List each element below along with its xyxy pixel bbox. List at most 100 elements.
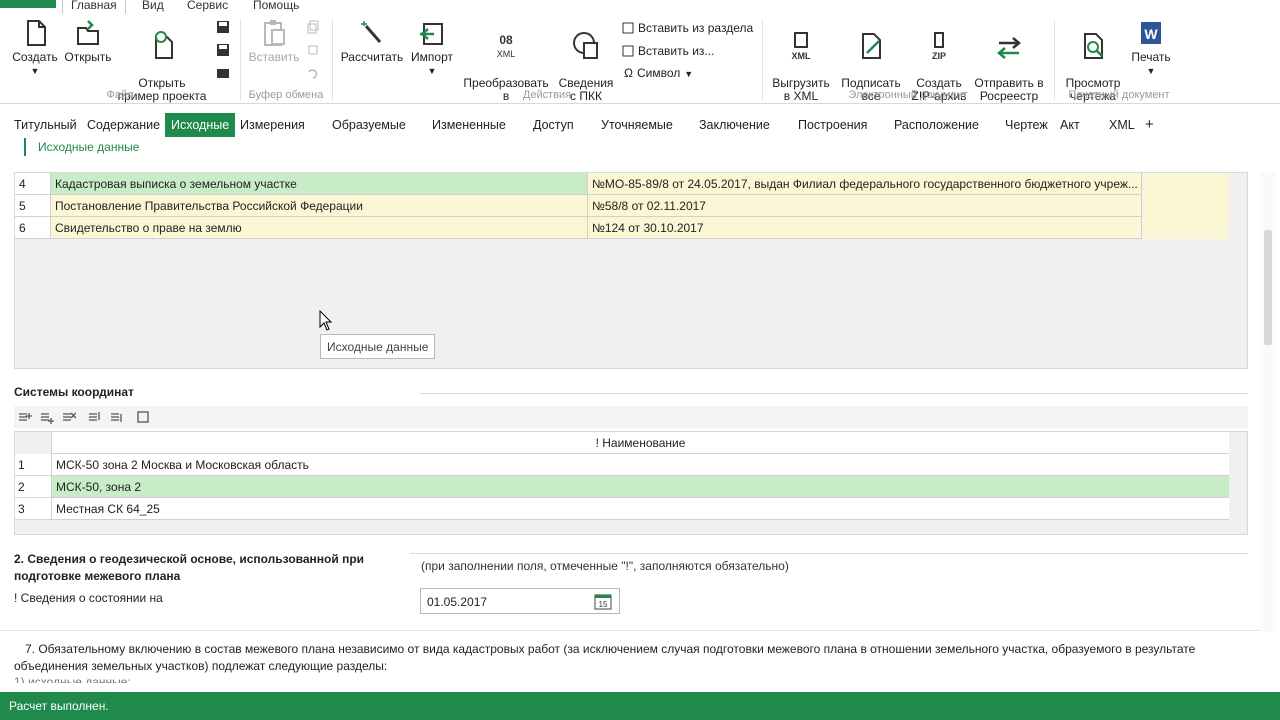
- add-row-icon[interactable]: [18, 410, 32, 424]
- dropdown-arrow-icon: ▼: [427, 66, 437, 76]
- app-menu-button[interactable]: [0, 0, 56, 8]
- group-label-file: Файл: [106, 89, 134, 101]
- magnifier-document-icon: [1084, 33, 1103, 59]
- add-tab-button[interactable]: +: [1139, 113, 1160, 137]
- scrollbar-thumb[interactable]: [1264, 230, 1272, 345]
- cut-icon[interactable]: [306, 43, 320, 57]
- source-documents-table: 4 Кадастровая выписка о земельном участк…: [14, 172, 1248, 369]
- fit-columns-icon[interactable]: [136, 410, 150, 424]
- move-down-icon[interactable]: [110, 410, 124, 424]
- tab-source[interactable]: Исходные: [165, 113, 236, 137]
- section2-title: 2. Сведения о геодезической основе, испо…: [14, 552, 365, 583]
- insert-row-icon[interactable]: [40, 410, 54, 424]
- paste-from-button[interactable]: Вставить из...: [622, 42, 714, 60]
- svg-text:XML: XML: [497, 49, 516, 59]
- zip-icon: ZIP: [932, 32, 946, 61]
- calculate-button[interactable]: Рассчитать: [340, 18, 404, 64]
- tab-title[interactable]: Титульный: [8, 113, 83, 137]
- help-paragraph-cut: 1) исходные данные;: [14, 675, 131, 683]
- table-row[interactable]: 1 МСК-50 зона 2 Москва и Московская обла…: [15, 454, 1229, 476]
- tab-formed[interactable]: Образуемые: [326, 113, 412, 137]
- help-paragraph: 7. Обязательному включению в состав меже…: [14, 642, 1196, 673]
- tab-access[interactable]: Доступ: [527, 113, 580, 137]
- table-filler: [1143, 173, 1229, 239]
- ribbon: Создать ▼ Открыть Открыть пример проекта …: [0, 14, 1280, 104]
- svg-text:W: W: [1144, 26, 1158, 42]
- dropdown-arrow-icon: ▼: [1146, 66, 1156, 76]
- tab-drawing[interactable]: Чертеж: [999, 113, 1054, 137]
- help-text-panel: 7. Обязательному включению в состав меже…: [0, 630, 1268, 690]
- separator: [332, 20, 333, 100]
- globe-document-icon: [573, 32, 598, 59]
- divider: [410, 553, 1248, 554]
- table-row[interactable]: 3 Местная СК 64_25: [15, 498, 1229, 520]
- import-icon: [420, 23, 443, 45]
- menu-bar: Главная Вид Сервис Помощь: [0, 0, 1280, 14]
- tab-xml[interactable]: XML: [1103, 113, 1141, 137]
- tab-act[interactable]: Акт: [1054, 113, 1086, 137]
- send-arrows-icon: [997, 37, 1021, 59]
- menu-tab-home[interactable]: Главная: [62, 0, 126, 14]
- tab-measurements[interactable]: Измерения: [234, 113, 311, 137]
- paste-section-icon: [622, 22, 634, 34]
- tab-location[interactable]: Расположение: [888, 113, 985, 137]
- import-button[interactable]: Импорт ▼: [408, 18, 456, 78]
- coord-toolbar: [14, 406, 1248, 428]
- example-project-icon: [155, 31, 173, 59]
- calendar-icon[interactable]: 15: [593, 592, 613, 610]
- save-all-icon[interactable]: [216, 66, 230, 80]
- group-label-actions: Действия: [522, 89, 572, 101]
- group-label-edoc: Электронный документ: [848, 89, 968, 101]
- svg-text:08: 08: [499, 33, 513, 47]
- undo-icon[interactable]: [306, 66, 320, 80]
- paste-from-icon: [622, 45, 634, 57]
- table-row[interactable]: 2 МСК-50, зона 2: [15, 476, 1229, 498]
- dropdown-arrow-icon: ▼: [30, 66, 40, 76]
- tab-constructions[interactable]: Построения: [792, 113, 873, 137]
- create-button[interactable]: Создать ▼: [12, 18, 58, 78]
- sign-document-icon: [862, 33, 881, 59]
- tooltip: Исходные данные: [320, 334, 436, 359]
- divider: [420, 393, 1248, 394]
- svg-text:ZIP: ZIP: [932, 51, 946, 61]
- svg-text:XML: XML: [792, 51, 812, 61]
- mouse-cursor-icon: [319, 310, 333, 331]
- open-folder-icon: [77, 20, 99, 45]
- coord-systems-title: Системы координат: [14, 385, 134, 399]
- menu-tab-view[interactable]: Вид: [134, 0, 172, 14]
- separator: [762, 20, 763, 100]
- vertical-scrollbar[interactable]: [1260, 172, 1276, 632]
- omega-icon: Ω: [624, 66, 633, 80]
- menu-tab-service[interactable]: Сервис: [179, 0, 236, 14]
- state-date-field[interactable]: 01.05.2017 15: [420, 588, 620, 614]
- menu-tab-help[interactable]: Помощь: [245, 0, 307, 14]
- delete-row-icon[interactable]: [62, 410, 76, 424]
- tab-changed[interactable]: Измененные: [426, 113, 512, 137]
- new-document-icon: [27, 20, 46, 46]
- paste-section-button[interactable]: Вставить из раздела: [622, 19, 753, 37]
- subtab-source-data[interactable]: Исходные данные: [24, 138, 139, 156]
- separator: [1054, 20, 1055, 100]
- column-header-name[interactable]: ! Наименование: [51, 432, 1229, 454]
- group-label-clipboard: Буфер обмена: [248, 89, 324, 101]
- print-button[interactable]: W Печать ▼: [1128, 18, 1174, 78]
- tab-conclusion[interactable]: Заключение: [693, 113, 776, 137]
- required-hint: (при заполнении поля, отмеченные "!", за…: [421, 559, 789, 573]
- tab-refined[interactable]: Уточняемые: [595, 113, 679, 137]
- clipboard-icon: [264, 20, 285, 46]
- status-bar: Расчет выполнен.: [0, 692, 1280, 720]
- open-button[interactable]: Открыть: [64, 18, 112, 64]
- section-tabs: Титульный Содержание Исходные Измерения …: [0, 113, 1280, 137]
- save-as-icon[interactable]: [216, 43, 230, 57]
- tab-contents[interactable]: Содержание: [81, 113, 166, 137]
- separator: [240, 20, 241, 100]
- save-icon[interactable]: [216, 20, 230, 34]
- xml-file-icon: XML: [792, 32, 812, 61]
- symbol-button[interactable]: Ω Символ ▼: [624, 64, 693, 82]
- dropdown-arrow-icon: ▼: [684, 69, 694, 79]
- paste-button[interactable]: Вставить: [248, 18, 300, 64]
- coord-systems-table: ! Наименование 1 МСК-50 зона 2 Москва и …: [14, 431, 1248, 535]
- state-date-label: ! Сведения о состоянии на: [14, 591, 163, 605]
- move-up-icon[interactable]: [88, 410, 102, 424]
- copy-icon[interactable]: [306, 20, 320, 34]
